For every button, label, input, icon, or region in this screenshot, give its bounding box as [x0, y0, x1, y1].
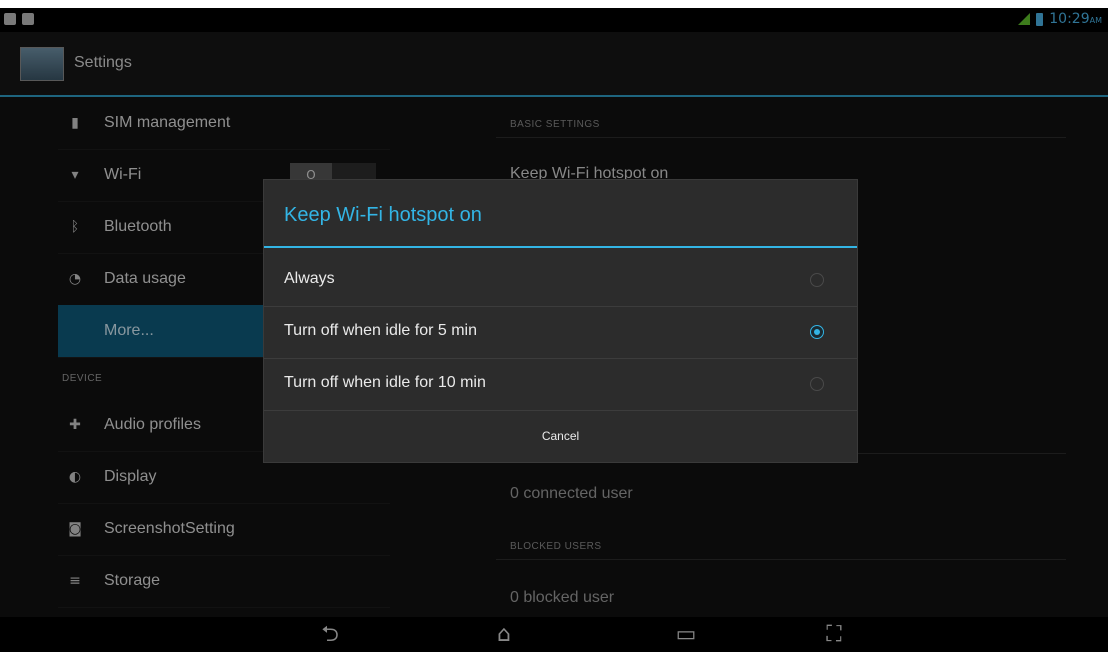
option-label: Turn off when idle for 10 min: [284, 374, 486, 391]
dialog-button-bar: Cancel: [264, 410, 857, 462]
option-always[interactable]: Always: [264, 254, 857, 307]
keep-hotspot-dialog: Keep Wi-Fi hotspot on Always Turn off wh…: [264, 180, 857, 462]
dialog-title: Keep Wi-Fi hotspot on: [284, 204, 482, 226]
radio-button-selected[interactable]: [810, 325, 824, 339]
cancel-button[interactable]: Cancel: [264, 410, 857, 462]
tablet-screen: 10:29AM Settings ▮ SIM management ▾ Wi-F…: [0, 8, 1108, 652]
dialog-title-divider: [264, 246, 857, 248]
option-label: Turn off when idle for 5 min: [284, 322, 477, 339]
figure-header: [0, 0, 1108, 8]
option-label: Always: [284, 270, 335, 287]
radio-button-unselected[interactable]: [810, 273, 824, 287]
option-idle-10-min[interactable]: Turn off when idle for 10 min: [264, 358, 857, 411]
radio-button-unselected[interactable]: [810, 377, 824, 391]
option-idle-5-min[interactable]: Turn off when idle for 5 min: [264, 306, 857, 359]
